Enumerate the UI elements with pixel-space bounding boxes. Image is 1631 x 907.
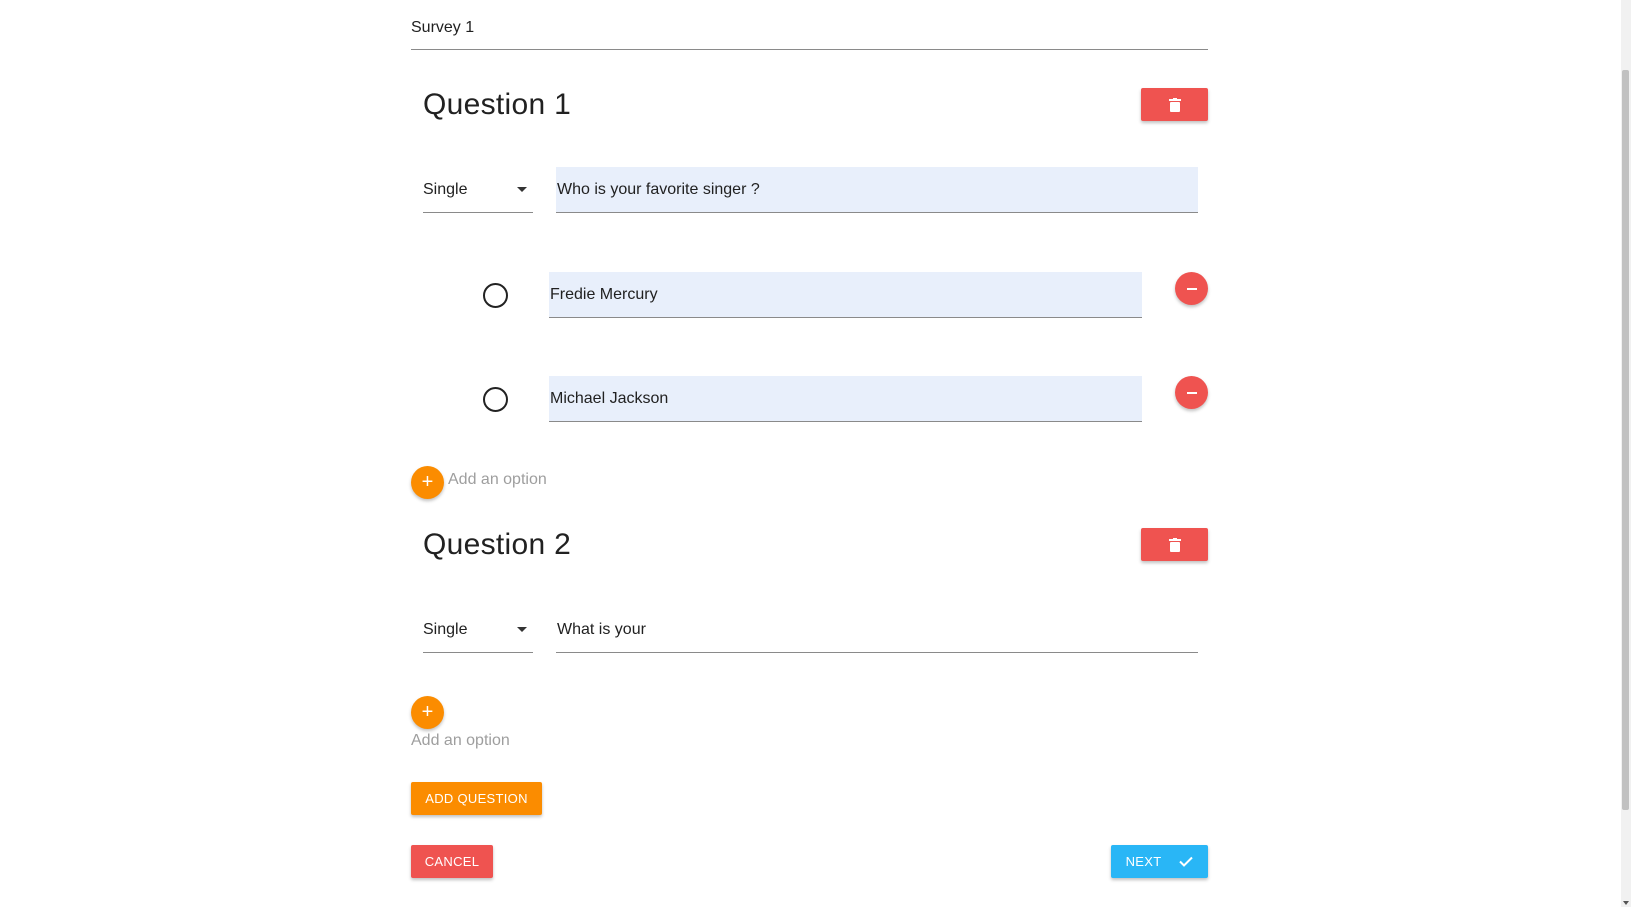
survey-title-field[interactable]: Survey 1 bbox=[411, 14, 1208, 50]
remove-option-1-button[interactable] bbox=[1175, 272, 1208, 305]
cancel-label: CANCEL bbox=[424, 854, 480, 869]
option-1-input[interactable]: Fredie Mercury bbox=[549, 272, 1142, 318]
minus-icon bbox=[1186, 391, 1197, 394]
question-1-type-select[interactable]: Single bbox=[423, 167, 533, 213]
caret-down-icon bbox=[517, 187, 527, 192]
option-2-radio[interactable] bbox=[483, 387, 508, 412]
add-option-q2-button[interactable]: + bbox=[411, 696, 444, 729]
survey-editor: Survey 1 Question 1 Single Who is your f… bbox=[0, 0, 1631, 907]
question-1-text-input[interactable]: Who is your favorite singer ? bbox=[556, 167, 1198, 213]
check-icon bbox=[1179, 856, 1194, 867]
add-question-button[interactable]: ADD QUESTION bbox=[411, 782, 542, 815]
add-question-label: ADD QUESTION bbox=[425, 791, 528, 806]
delete-question-1-button[interactable] bbox=[1141, 88, 1208, 121]
delete-question-2-button[interactable] bbox=[1141, 528, 1208, 561]
plus-icon: + bbox=[421, 471, 434, 493]
question-2-text-input[interactable]: What is your bbox=[556, 607, 1198, 653]
plus-icon: + bbox=[421, 701, 434, 723]
trash-icon bbox=[1168, 97, 1181, 112]
trash-icon bbox=[1168, 537, 1181, 552]
question-2-type-value: Single bbox=[423, 620, 468, 638]
add-option-q1-button[interactable]: + bbox=[411, 466, 444, 499]
question-1-type-value: Single bbox=[423, 180, 468, 198]
next-button[interactable]: NEXT bbox=[1111, 845, 1208, 878]
option-1-radio[interactable] bbox=[483, 283, 508, 308]
question-1-text-value: Who is your favorite singer ? bbox=[557, 180, 760, 198]
question-2-heading: Question 2 bbox=[423, 528, 572, 561]
cancel-button[interactable]: CANCEL bbox=[411, 845, 493, 878]
minus-icon bbox=[1186, 287, 1197, 290]
option-2-value: Michael Jackson bbox=[550, 389, 669, 407]
add-option-q2-label[interactable]: Add an option bbox=[411, 732, 510, 750]
scroll-down-arrow-icon[interactable] bbox=[1623, 901, 1629, 905]
scrollbar-thumb[interactable] bbox=[1622, 70, 1629, 810]
question-1-heading: Question 1 bbox=[423, 88, 572, 121]
scrollbar[interactable] bbox=[1621, 0, 1631, 907]
next-label: NEXT bbox=[1125, 854, 1162, 869]
question-2-text-value: What is your bbox=[557, 620, 646, 638]
remove-option-2-button[interactable] bbox=[1175, 376, 1208, 409]
caret-down-icon bbox=[517, 627, 527, 632]
option-1-value: Fredie Mercury bbox=[550, 285, 658, 303]
question-2-type-select[interactable]: Single bbox=[423, 607, 533, 653]
option-2-input[interactable]: Michael Jackson bbox=[549, 376, 1142, 422]
add-option-q1-label[interactable]: Add an option bbox=[448, 471, 547, 489]
